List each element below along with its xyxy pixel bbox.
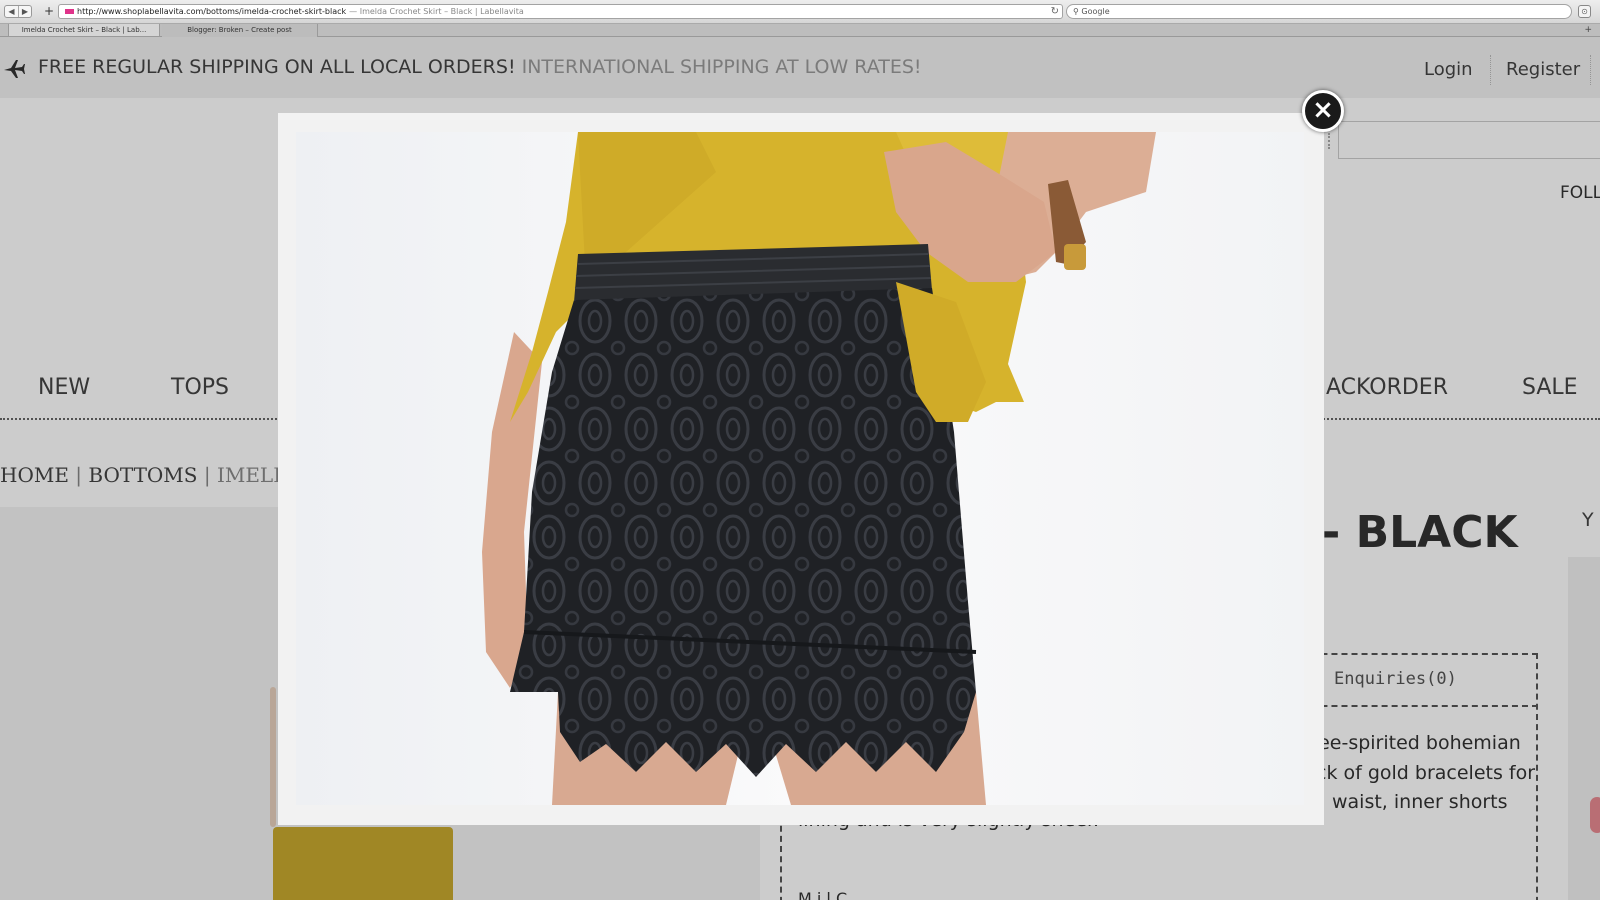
tab-strip: Imelda Crochet Skirt – Black | Lab... Bl… xyxy=(0,24,1600,37)
search-icon: ⚲ xyxy=(1073,7,1079,16)
skirt-photo xyxy=(296,132,1304,805)
search-placeholder: Google xyxy=(1081,7,1110,16)
search-field[interactable]: ⚲ Google xyxy=(1066,4,1572,19)
close-icon[interactable]: × xyxy=(1302,90,1344,132)
history-buttons: ◀ ▶ xyxy=(4,5,32,18)
address-bar[interactable]: http://www.shoplabellavita.com/bottoms/i… xyxy=(58,4,1063,19)
url-text: http://www.shoplabellavita.com/bottoms/i… xyxy=(77,7,347,16)
new-tab-icon[interactable]: + xyxy=(1584,24,1592,36)
lightbox-modal xyxy=(278,113,1324,825)
browser-window: ◀ ▶ + http://www.shoplabellavita.com/bot… xyxy=(0,0,1600,900)
reload-icon[interactable]: ↻ xyxy=(1051,5,1059,18)
back-icon[interactable]: ◀ xyxy=(5,6,18,17)
tab-imelda-skirt[interactable]: Imelda Crochet Skirt – Black | Lab... xyxy=(8,24,160,37)
modal-edge-dots xyxy=(1328,133,1331,149)
forward-icon[interactable]: ▶ xyxy=(18,6,31,17)
product-image xyxy=(296,132,1304,805)
browser-toolbar: ◀ ▶ + http://www.shoplabellavita.com/bot… xyxy=(0,0,1600,24)
url-page-title: — Imelda Crochet Skirt – Black | Labella… xyxy=(349,7,524,16)
reader-icon[interactable]: ⊙ xyxy=(1578,5,1591,18)
tab-blogger[interactable]: Blogger: Broken – Create post xyxy=(162,24,318,37)
add-bookmark-icon[interactable]: + xyxy=(44,4,54,18)
site-favicon-icon xyxy=(65,9,74,14)
